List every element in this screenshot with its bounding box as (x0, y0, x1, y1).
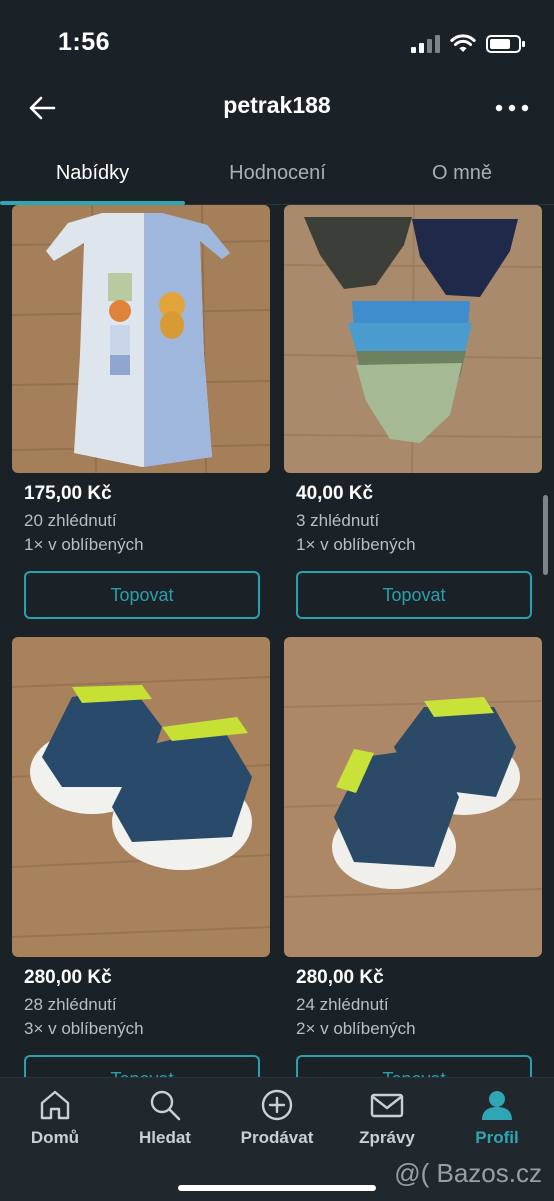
listing-card[interactable]: 280,00 Kč 24 zhlédnutí 2× v oblíbených T… (284, 637, 542, 1077)
cellular-signal-icon (411, 35, 440, 53)
nav-item-messages[interactable]: Zprávy (332, 1088, 442, 1148)
battery-icon (486, 35, 525, 53)
tab-nabidky[interactable]: Nabídky (0, 148, 185, 198)
search-icon (150, 1090, 181, 1121)
nav-label-home: Domů (30, 1128, 80, 1147)
topovat-button[interactable]: Topovat (24, 1055, 260, 1077)
status-icons (410, 34, 526, 54)
listing-favorites: 1× v oblíbených (24, 535, 144, 554)
listing-views: 20 zhlédnutí (24, 511, 117, 530)
listing-favorites: 1× v oblíbených (296, 535, 416, 554)
topovat-button[interactable]: Topovat (296, 1055, 532, 1077)
nav-item-search[interactable]: Hledat (110, 1088, 220, 1148)
mail-icon (370, 1093, 404, 1118)
plus-circle-icon (261, 1089, 293, 1121)
nav-label-profile: Profil (475, 1128, 519, 1147)
tab-o-mne[interactable]: O mně (370, 148, 554, 198)
home-indicator[interactable] (178, 1185, 376, 1191)
nav-item-profile[interactable]: Profil (442, 1088, 552, 1148)
page-title: petrak188 (223, 92, 331, 118)
listing-photo-sleeping-bag[interactable] (12, 205, 270, 473)
listing-photo-sandals-side[interactable] (284, 637, 542, 957)
topovat-button[interactable]: Topovat (296, 571, 532, 619)
listing-views: 24 zhlédnutí (296, 995, 389, 1014)
listings-grid[interactable]: 175,00 Kč 20 zhlédnutí 1× v oblíbených T… (0, 205, 554, 1077)
listing-photo-sandals[interactable] (12, 637, 270, 957)
profile-header: petrak188 (0, 80, 554, 136)
listing-price: 280,00 Kč (296, 967, 384, 988)
nav-label-sell: Prodávat (240, 1128, 314, 1147)
profile-tabs: Nabídky Hodnocení O mně (0, 148, 554, 205)
more-options-button[interactable] (492, 88, 532, 128)
listing-card[interactable]: 280,00 Kč 28 zhlédnutí 3× v oblíbených T… (12, 637, 270, 1077)
wifi-icon (450, 34, 476, 52)
listing-price: 175,00 Kč (24, 483, 112, 504)
home-icon (40, 1090, 70, 1120)
listing-price: 40,00 Kč (296, 483, 374, 504)
listing-photo-underwear[interactable] (284, 205, 542, 473)
nav-label-messages: Zprávy (359, 1128, 415, 1147)
more-dots-icon (495, 104, 529, 112)
nav-label-search: Hledat (139, 1128, 191, 1147)
listing-views: 28 zhlédnutí (24, 995, 117, 1014)
status-bar: 1:56 (0, 0, 554, 90)
listing-card[interactable]: 175,00 Kč 20 zhlédnutí 1× v oblíbených T… (12, 205, 270, 619)
watermark: @( Bazos.cz (394, 1158, 542, 1188)
topovat-button[interactable]: Topovat (24, 571, 260, 619)
nav-item-home[interactable]: Domů (0, 1088, 110, 1148)
listing-price: 280,00 Kč (24, 967, 112, 988)
status-time: 1:56 (58, 28, 111, 56)
user-icon (482, 1091, 512, 1120)
nav-item-sell[interactable]: Prodávat (222, 1088, 332, 1148)
bottom-navigation: Domů Hledat Prodávat Zprávy Profil @( Ba… (0, 1077, 554, 1201)
listing-card[interactable]: 40,00 Kč 3 zhlédnutí 1× v oblíbených Top… (284, 205, 542, 619)
tab-hodnoceni[interactable]: Hodnocení (185, 148, 370, 198)
scrollbar[interactable] (543, 495, 548, 575)
listing-favorites: 3× v oblíbených (24, 1019, 144, 1038)
listing-favorites: 2× v oblíbených (296, 1019, 416, 1038)
listing-views: 3 zhlédnutí (296, 511, 380, 530)
